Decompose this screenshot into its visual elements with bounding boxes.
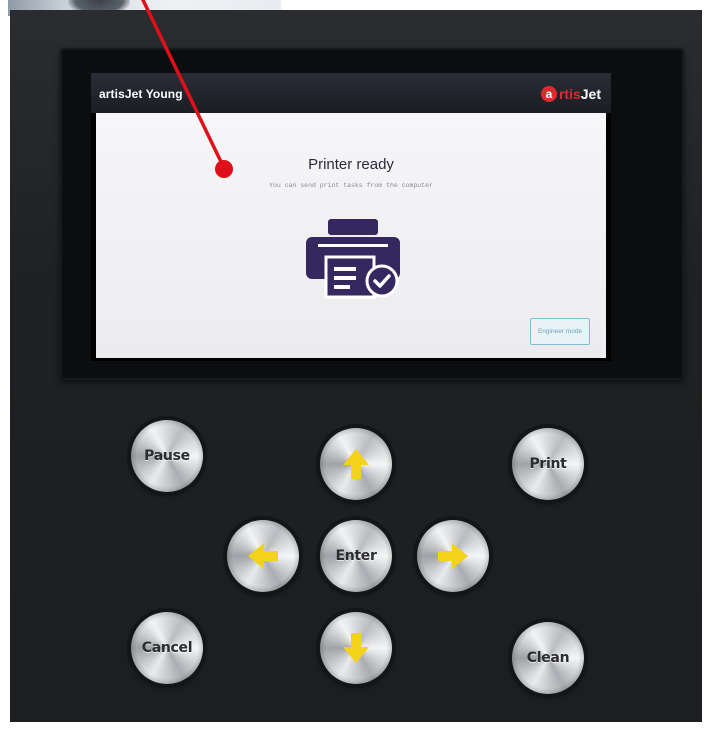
right-button[interactable] [417,520,489,592]
arrow-down-icon [343,633,369,663]
cancel-label: Cancel [141,640,193,656]
arrow-up-icon [343,449,369,479]
pause-label: Pause [144,448,190,464]
arrow-left-icon [248,543,278,569]
printer-check-icon [306,219,400,299]
clean-label: Clean [526,650,570,666]
arrow-right-icon [438,543,468,569]
touch-screen[interactable]: artisJet Young a rtisJet Printer ready Y… [91,73,611,361]
enter-button[interactable]: Enter [320,520,392,592]
cancel-button[interactable]: Cancel [131,612,203,684]
device-title: artisJet Young [99,87,183,101]
down-button[interactable] [320,612,392,684]
clean-button[interactable]: Clean [512,622,584,694]
screen-body: Printer ready You can send print tasks f… [96,113,606,358]
enter-label: Enter [335,548,377,564]
left-button[interactable] [227,520,299,592]
artisjet-logo: a rtisJet [540,83,601,105]
print-label: Print [529,456,567,472]
engineer-mode-button[interactable]: Engineer mode [530,318,590,345]
up-button[interactable] [320,428,392,500]
brand-text-part2: Jet [580,86,601,102]
status-title: Printer ready [308,156,394,173]
status-subtitle: You can send print tasks from the comput… [269,182,433,189]
pause-button[interactable]: Pause [131,420,203,492]
print-button[interactable]: Print [512,428,584,500]
brand-mark: a [540,86,557,102]
brand-text-part1: rtis [558,86,581,102]
screen-header: artisJet Young a rtisJet [91,73,611,113]
